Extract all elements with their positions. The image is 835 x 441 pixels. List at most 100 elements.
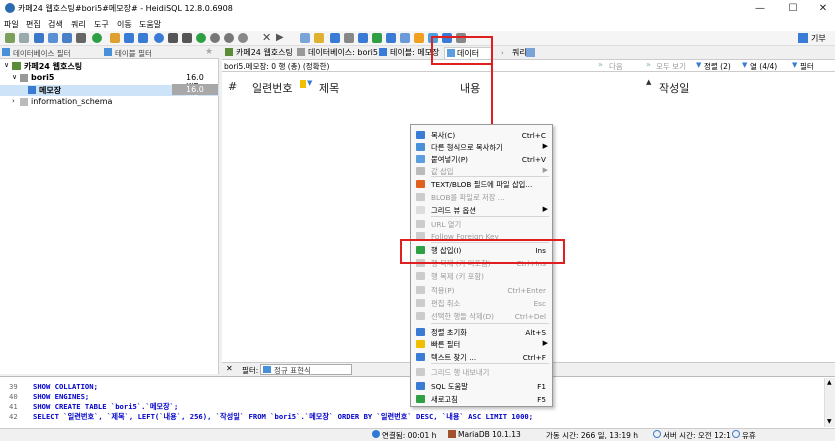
menu-item-icon — [416, 353, 425, 361]
menu-item[interactable]: 붙여넣기(P) Ctrl+V — [411, 153, 552, 165]
column-header-id[interactable]: 일련번호 — [252, 80, 292, 96]
table-filter-input[interactable]: 테이블 필터 — [115, 48, 152, 59]
find-icon[interactable] — [358, 33, 368, 43]
new-tab-icon[interactable] — [526, 48, 535, 57]
menu-item[interactable]: 빠른 필터 ▶ — [411, 338, 552, 350]
x-icon[interactable]: ✕ — [262, 32, 272, 43]
refresh-icon[interactable] — [92, 33, 102, 43]
disconnect-icon[interactable] — [19, 33, 29, 43]
menu-item-label: 그리드 행 내보내기 — [431, 367, 490, 377]
title-bar: 카페24 웹호스팅#bori5#메모장# - HeidiSQL 12.8.0.6… — [0, 0, 835, 17]
undo-icon[interactable] — [62, 33, 72, 43]
export-icon[interactable] — [138, 33, 148, 43]
filter-button[interactable]: 필터 — [800, 61, 814, 72]
format-icon[interactable] — [372, 33, 382, 43]
last-icon[interactable] — [182, 33, 192, 43]
remove-icon[interactable] — [210, 33, 220, 43]
expand-icon[interactable]: ∨ — [12, 73, 17, 81]
menu-item-label: 선택한 행들 삭제(D) — [431, 311, 494, 321]
minimize-button[interactable]: — — [745, 0, 775, 17]
menu-item-icon — [416, 328, 425, 336]
first-icon[interactable] — [168, 33, 178, 43]
next-button[interactable]: 다음 — [609, 61, 623, 72]
expand-icon[interactable]: › — [12, 97, 15, 105]
tab-host[interactable]: 카페24 웹호스팅 — [224, 47, 293, 59]
tree-item-information-schema[interactable]: › information_schema — [0, 97, 219, 108]
menu-item-icon — [416, 193, 425, 201]
sql-log-scrollbar[interactable]: ▲ ▼ — [824, 378, 835, 427]
menu-item[interactable]: 텍스트 찾기 ... Ctrl+F — [411, 351, 552, 363]
donate-icon[interactable] — [798, 33, 808, 43]
post-icon[interactable] — [224, 33, 234, 43]
tree-item-database[interactable]: ∨ bori5 16.0 KiB — [0, 73, 219, 91]
db-filter-input[interactable]: 데이터베이스 필터 — [13, 48, 71, 59]
left-filter-tabs: 데이터베이스 필터 테이블 필터 ★ — [0, 46, 219, 59]
maintenance-icon[interactable] — [124, 33, 134, 43]
show-all-button[interactable]: 모두 보기 — [656, 61, 686, 72]
star-icon[interactable]: ★ — [205, 47, 213, 57]
table-icon — [379, 48, 387, 56]
row-count-info: bori5.메모장: 0 행 (총) (정확한) — [224, 62, 330, 71]
menu-item-label: BLOB를 파일로 저장 ... — [431, 192, 505, 202]
new-query-icon[interactable] — [300, 33, 310, 43]
scroll-up-icon[interactable]: ▲ — [827, 379, 832, 386]
scroll-down-icon[interactable]: ▼ — [827, 418, 832, 425]
column-header-date[interactable]: 작성일 — [659, 80, 689, 96]
print-icon[interactable] — [76, 33, 86, 43]
menu-item[interactable]: SQL 도움말 F1 — [411, 380, 552, 392]
menu-tools[interactable]: 도구 — [94, 19, 109, 30]
menu-item[interactable]: 복사(C) Ctrl+C — [411, 129, 552, 141]
menu-item[interactable]: TEXT/BLOB 필드에 파일 삽입... — [411, 178, 552, 190]
user-manager-icon[interactable] — [110, 33, 120, 43]
menu-bar: 파일 편집 검색 쿼리 도구 이동 도움말 — [0, 17, 835, 31]
tree-item-session[interactable]: ∨ 카페24 웹호스팅 — [0, 61, 219, 72]
context-menu: 복사(C) Ctrl+C 다른 형식으로 복사하기 ▶ 붙여넣기(P) Ctrl+V 값 삽… — [410, 124, 553, 407]
save-icon[interactable] — [330, 33, 340, 43]
menu-item: 값 삽입 ▶ — [411, 165, 552, 177]
menu-item-icon — [416, 312, 425, 320]
table-icon — [28, 86, 36, 94]
help-icon[interactable] — [154, 33, 164, 43]
run-icon[interactable]: ▶ — [276, 33, 286, 43]
sort-button[interactable]: 정렬 (2) — [704, 61, 731, 72]
expand-icon[interactable]: ∨ — [4, 61, 9, 69]
menu-search[interactable]: 검색 — [48, 19, 63, 30]
connect-icon[interactable] — [5, 33, 15, 43]
copy-icon[interactable] — [34, 33, 44, 43]
tree-item-table[interactable]: 메모장 16.0 KiB — [0, 84, 219, 103]
menu-item: 그리드 행 내보내기 — [411, 366, 552, 378]
menu-item-shortcut: Ctrl+Del — [514, 311, 546, 321]
clock-icon — [653, 430, 661, 438]
filter-input[interactable]: 정규 표현식 — [260, 364, 352, 375]
menu-item[interactable]: 새로고침 F5 — [411, 393, 552, 405]
donate-label[interactable]: 기부 — [811, 33, 826, 44]
menu-item[interactable]: 다른 형식으로 복사하기 ▶ — [411, 141, 552, 153]
column-header-content[interactable]: 내용 — [460, 80, 480, 96]
add-icon[interactable] — [196, 33, 206, 43]
columns-button[interactable]: 열 (4/4) — [750, 61, 777, 72]
maximize-button[interactable]: ☐ — [778, 0, 808, 17]
tab-database[interactable]: 데이터베이스: bori5 — [296, 47, 378, 59]
menu-item-label: 빠른 필터 — [431, 339, 461, 349]
menu-query[interactable]: 쿼리 — [71, 19, 86, 30]
menu-item-icon — [416, 180, 425, 188]
grid-icon[interactable] — [400, 33, 410, 43]
menu-item-icon — [416, 155, 425, 163]
menu-item[interactable]: 그리드 뷰 옵션 ▶ — [411, 204, 552, 216]
menu-edit[interactable]: 편집 — [26, 19, 41, 30]
zoom-icon[interactable] — [344, 33, 354, 43]
menu-item-label: 값 삽입 — [431, 166, 454, 176]
column-header-title[interactable]: 제목 — [319, 80, 339, 96]
menu-go[interactable]: 이동 — [117, 19, 132, 30]
close-button[interactable]: ✕ — [808, 0, 835, 17]
ai-icon[interactable] — [386, 33, 396, 43]
close-filter-icon[interactable]: ✕ — [226, 364, 233, 373]
menu-item[interactable]: 정렬 초기화 Alt+S — [411, 326, 552, 338]
menu-file[interactable]: 파일 — [4, 19, 19, 30]
cancel-icon[interactable] — [238, 33, 248, 43]
menu-help[interactable]: 도움말 — [139, 19, 161, 30]
paste-icon[interactable] — [48, 33, 58, 43]
pencil-icon[interactable] — [414, 33, 424, 43]
mariadb-icon — [448, 430, 456, 438]
open-icon[interactable] — [314, 33, 324, 43]
